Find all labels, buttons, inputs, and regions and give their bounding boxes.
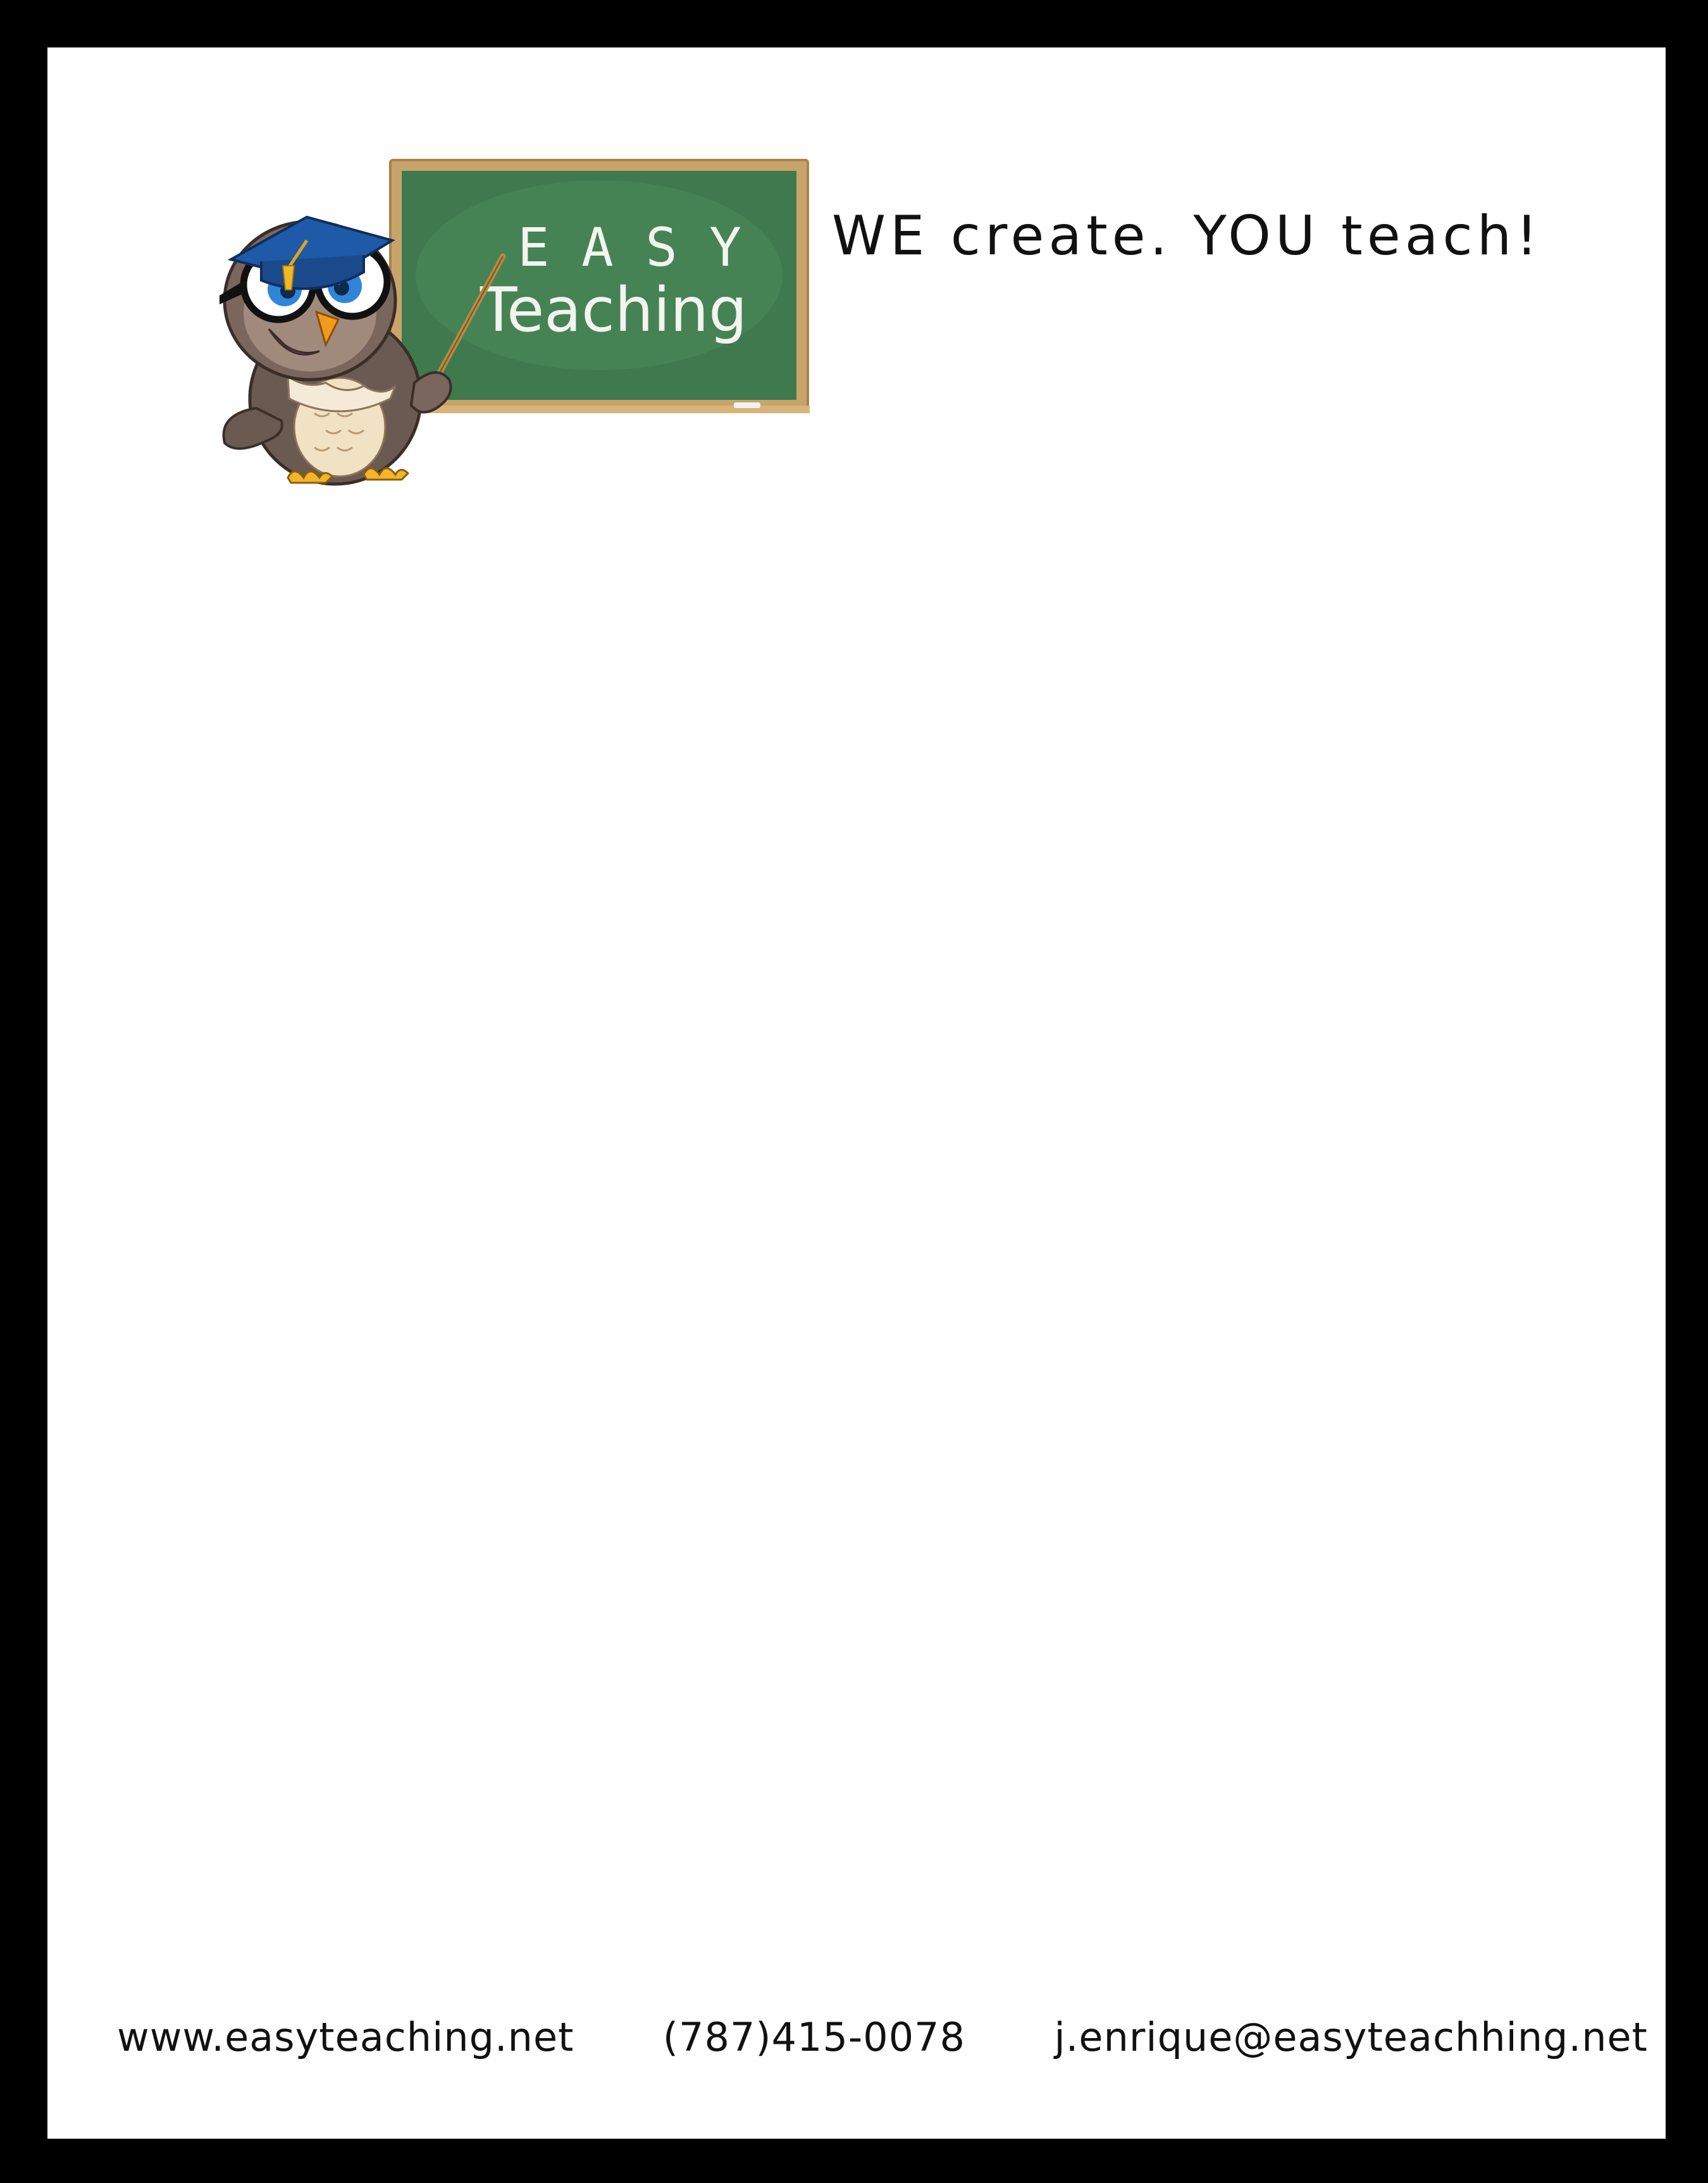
chalk-piece: [734, 402, 760, 408]
owl-foot-left: [287, 470, 334, 484]
footer-contact: www.easyteaching.net (787)415-0078 j.enr…: [117, 2014, 1648, 2060]
easy-teaching-logo: E A S Y Teaching: [174, 111, 819, 490]
board-text-teaching: Teaching: [480, 275, 747, 345]
footer-website[interactable]: www.easyteaching.net: [117, 2014, 574, 2060]
board-text-easy: E A S Y: [517, 216, 741, 278]
footer-phone: (787)415-0078: [662, 2014, 966, 2060]
logo-illustration: E A S Y Teaching: [220, 159, 810, 486]
owl-foot-right: [362, 467, 410, 481]
footer-email[interactable]: j.enrique@easyteachhing.net: [1055, 2014, 1648, 2060]
tagline: WE create. YOU teach!: [832, 204, 1542, 268]
letterhead-page: E A S Y Teaching WE create. YOU teach! w…: [47, 47, 1666, 2139]
